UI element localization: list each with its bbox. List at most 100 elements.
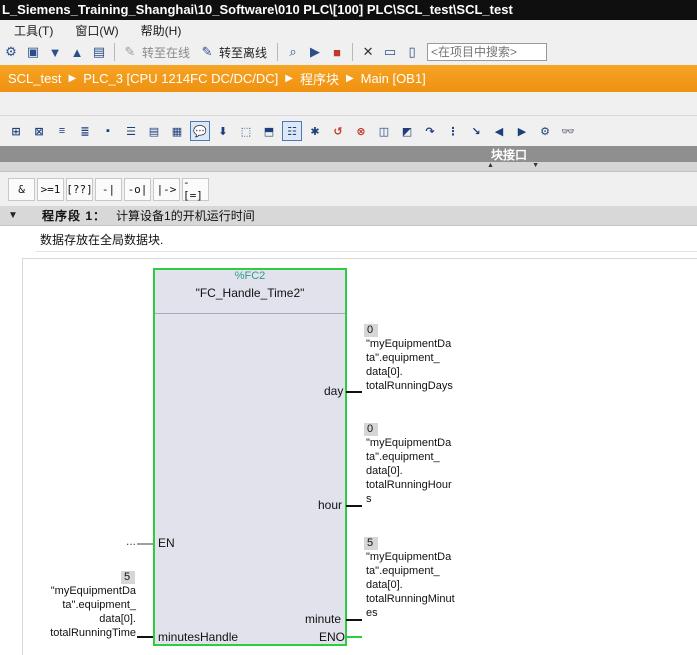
value-day: 0 <box>364 324 378 337</box>
toolbar-divider <box>277 43 279 61</box>
network-comment[interactable]: 数据存放在全局数据块. <box>36 226 697 252</box>
pin-minute: minute <box>305 612 342 626</box>
collapse-caret-icon[interactable]: ▼ <box>8 210 18 221</box>
operand-minutes-handle[interactable]: "myEquipmentDa ta".equipment_ data[0]. t… <box>36 584 136 640</box>
save-icon[interactable]: ▣ <box>24 43 42 61</box>
upload-icon[interactable]: ▲ <box>68 43 86 61</box>
open-branch-button[interactable]: |-> <box>153 177 180 201</box>
close-icon[interactable]: ✕ <box>359 43 377 61</box>
editor-top-strip <box>0 92 697 116</box>
toolbar-divider <box>352 43 354 61</box>
wire-minute <box>346 619 362 621</box>
split-horizontal-icon[interactable]: ▭ <box>381 43 399 61</box>
step-list-icon[interactable]: ⋮ <box>443 121 463 141</box>
wire-day <box>346 391 362 393</box>
assignment-button[interactable]: -[=] <box>182 176 209 202</box>
next-error-icon[interactable]: ▶ <box>512 121 532 141</box>
breadcrumb: SCL_test ▶ PLC_3 [CPU 1214FC DC/DC/DC] ▶… <box>0 65 697 92</box>
interface-splitter[interactable]: ▲ ▼ <box>0 162 697 172</box>
zoom-icon[interactable]: ⬇ <box>213 121 233 141</box>
breadcrumb-device[interactable]: PLC_3 [CPU 1214FC DC/DC/DC] <box>83 71 278 86</box>
check-icon[interactable]: ◩ <box>397 121 417 141</box>
absolute-operands-icon[interactable]: ☰ <box>121 121 141 141</box>
settings-icon[interactable]: ⚙ <box>535 121 555 141</box>
breadcrumb-separator: ▶ <box>68 73 77 84</box>
go-online-button[interactable]: 转至在线 <box>142 44 190 61</box>
operand-minute[interactable]: "myEquipmentDa ta".equipment_ data[0]. t… <box>366 550 455 620</box>
or-button[interactable]: >=1 <box>37 177 64 201</box>
menu-window[interactable]: 窗口(W) <box>61 20 126 39</box>
list-icon[interactable]: ☷ <box>282 121 302 141</box>
and-button[interactable]: & <box>8 177 35 201</box>
pin-minutes-handle: minutesHandle <box>158 630 239 644</box>
pin-en: EN <box>158 536 175 550</box>
menu-tools[interactable]: 工具(T) <box>0 20 61 39</box>
input-button[interactable]: -| <box>95 177 122 201</box>
previous-error-icon[interactable]: ◀ <box>489 121 509 141</box>
delete-network-icon[interactable]: ⊠ <box>29 121 49 141</box>
go-offline-button[interactable]: 转至离线 <box>219 44 267 61</box>
function-call-box[interactable]: %FC2 "FC_Handle_Time2" <box>153 268 347 646</box>
add-row-icon[interactable]: ≣ <box>75 121 95 141</box>
comments-icon[interactable]: 💬 <box>190 121 210 141</box>
simulation-icon[interactable]: ▤ <box>90 43 108 61</box>
monitoring-on-off-icon[interactable]: 👓 <box>558 121 578 141</box>
value-minute: 5 <box>364 537 378 550</box>
stop-cpu-icon[interactable]: ■ <box>328 43 346 61</box>
networks-icon[interactable]: ▤ <box>144 121 164 141</box>
collapse-up-icon[interactable]: ▲ <box>487 162 494 172</box>
insert-network-icon[interactable]: ⊞ <box>6 121 26 141</box>
download-icon[interactable]: ▼ <box>46 43 64 61</box>
step-out-icon[interactable]: ↘ <box>466 121 486 141</box>
breadcrumb-program-blocks[interactable]: 程序块 <box>300 69 339 88</box>
breadcrumb-project[interactable]: SCL_test <box>8 71 61 86</box>
step-into-icon[interactable]: ↷ <box>420 121 440 141</box>
gear-icon[interactable]: ⚙ <box>2 43 20 61</box>
network-title-text[interactable]: 计算设备1的开机运行时间 <box>116 207 255 224</box>
navigate-back-icon[interactable]: ↺ <box>328 121 348 141</box>
empty-box-button[interactable]: [??] <box>66 177 93 201</box>
breadcrumb-main-ob1[interactable]: Main [OB1] <box>361 71 426 86</box>
go-online-icon[interactable]: ✎ <box>121 43 139 61</box>
wire-en <box>137 543 153 545</box>
negated-input-button[interactable]: -o| <box>124 177 151 201</box>
pin-day: day <box>324 384 344 398</box>
start-cpu-icon[interactable]: ▶ <box>306 43 324 61</box>
network-title: 程序段 1： <box>42 209 107 223</box>
go-offline-icon[interactable]: ✎ <box>198 43 216 61</box>
monitor-icon[interactable]: ⬚ <box>236 121 256 141</box>
function-box-header: %FC2 "FC_Handle_Time2" <box>155 270 345 314</box>
fc-address: %FC2 <box>234 270 266 282</box>
accessible-devices-icon[interactable]: ⌕ <box>284 43 302 61</box>
menu-help[interactable]: 帮助(H) <box>127 20 190 39</box>
en-operand-placeholder[interactable]: ... <box>126 534 136 548</box>
block-editor-toolbar: ⊞ ⊠ ≡ ≣ ▪ ☰ ▤ ▦ 💬 ⬇ ⬚ ⬒ ☷ ✱ ↺ ⊗ ◫ ◩ ↷ ⋮ … <box>0 116 697 146</box>
breadcrumb-separator: ▶ <box>345 73 354 84</box>
network-header[interactable]: ▼ 程序段 1： 计算设备1的开机运行时间 <box>0 206 697 226</box>
window-title: L_Siemens_Training_Shanghai\10_Software\… <box>0 0 697 20</box>
wire-minutes-handle <box>137 636 153 638</box>
value-minutes-handle: 5 <box>121 571 135 584</box>
wire-eno <box>346 636 362 638</box>
insert-row-icon[interactable]: ≡ <box>52 121 72 141</box>
expand-down-icon[interactable]: ▼ <box>532 162 539 172</box>
block-interface-header[interactable]: 块接口 <box>0 146 697 162</box>
operand-hour[interactable]: "myEquipmentDa ta".equipment_ data[0]. t… <box>366 436 452 506</box>
favorites-icon[interactable]: ▦ <box>167 121 187 141</box>
project-search-input[interactable] <box>427 43 548 61</box>
block-interface-label: 块接口 <box>491 148 528 162</box>
pin-hour: hour <box>318 498 343 512</box>
compile-icon[interactable]: ◫ <box>374 121 394 141</box>
operand-day[interactable]: "myEquipmentDa ta".equipment_ data[0]. t… <box>366 337 453 393</box>
fc-name[interactable]: "FC_Handle_Time2" <box>155 286 345 300</box>
wire-hour <box>346 505 362 507</box>
breadcrumb-separator: ▶ <box>285 73 293 84</box>
device-icon[interactable]: ▪ <box>98 121 118 141</box>
split-vertical-icon[interactable]: ▯ <box>403 43 421 61</box>
value-hour: 0 <box>364 423 378 436</box>
menu-bar: 工具(T) 窗口(W) 帮助(H) <box>0 20 697 39</box>
navigate-stop-icon[interactable]: ⊗ <box>351 121 371 141</box>
main-toolbar: ⚙ ▣ ▼ ▲ ▤ ✎ 转至在线 ✎ 转至离线 ⌕ ▶ ■ ✕ ▭ ▯ <box>0 39 697 65</box>
tag-info-icon[interactable]: ⬒ <box>259 121 279 141</box>
highlight-icon[interactable]: ✱ <box>305 121 325 141</box>
